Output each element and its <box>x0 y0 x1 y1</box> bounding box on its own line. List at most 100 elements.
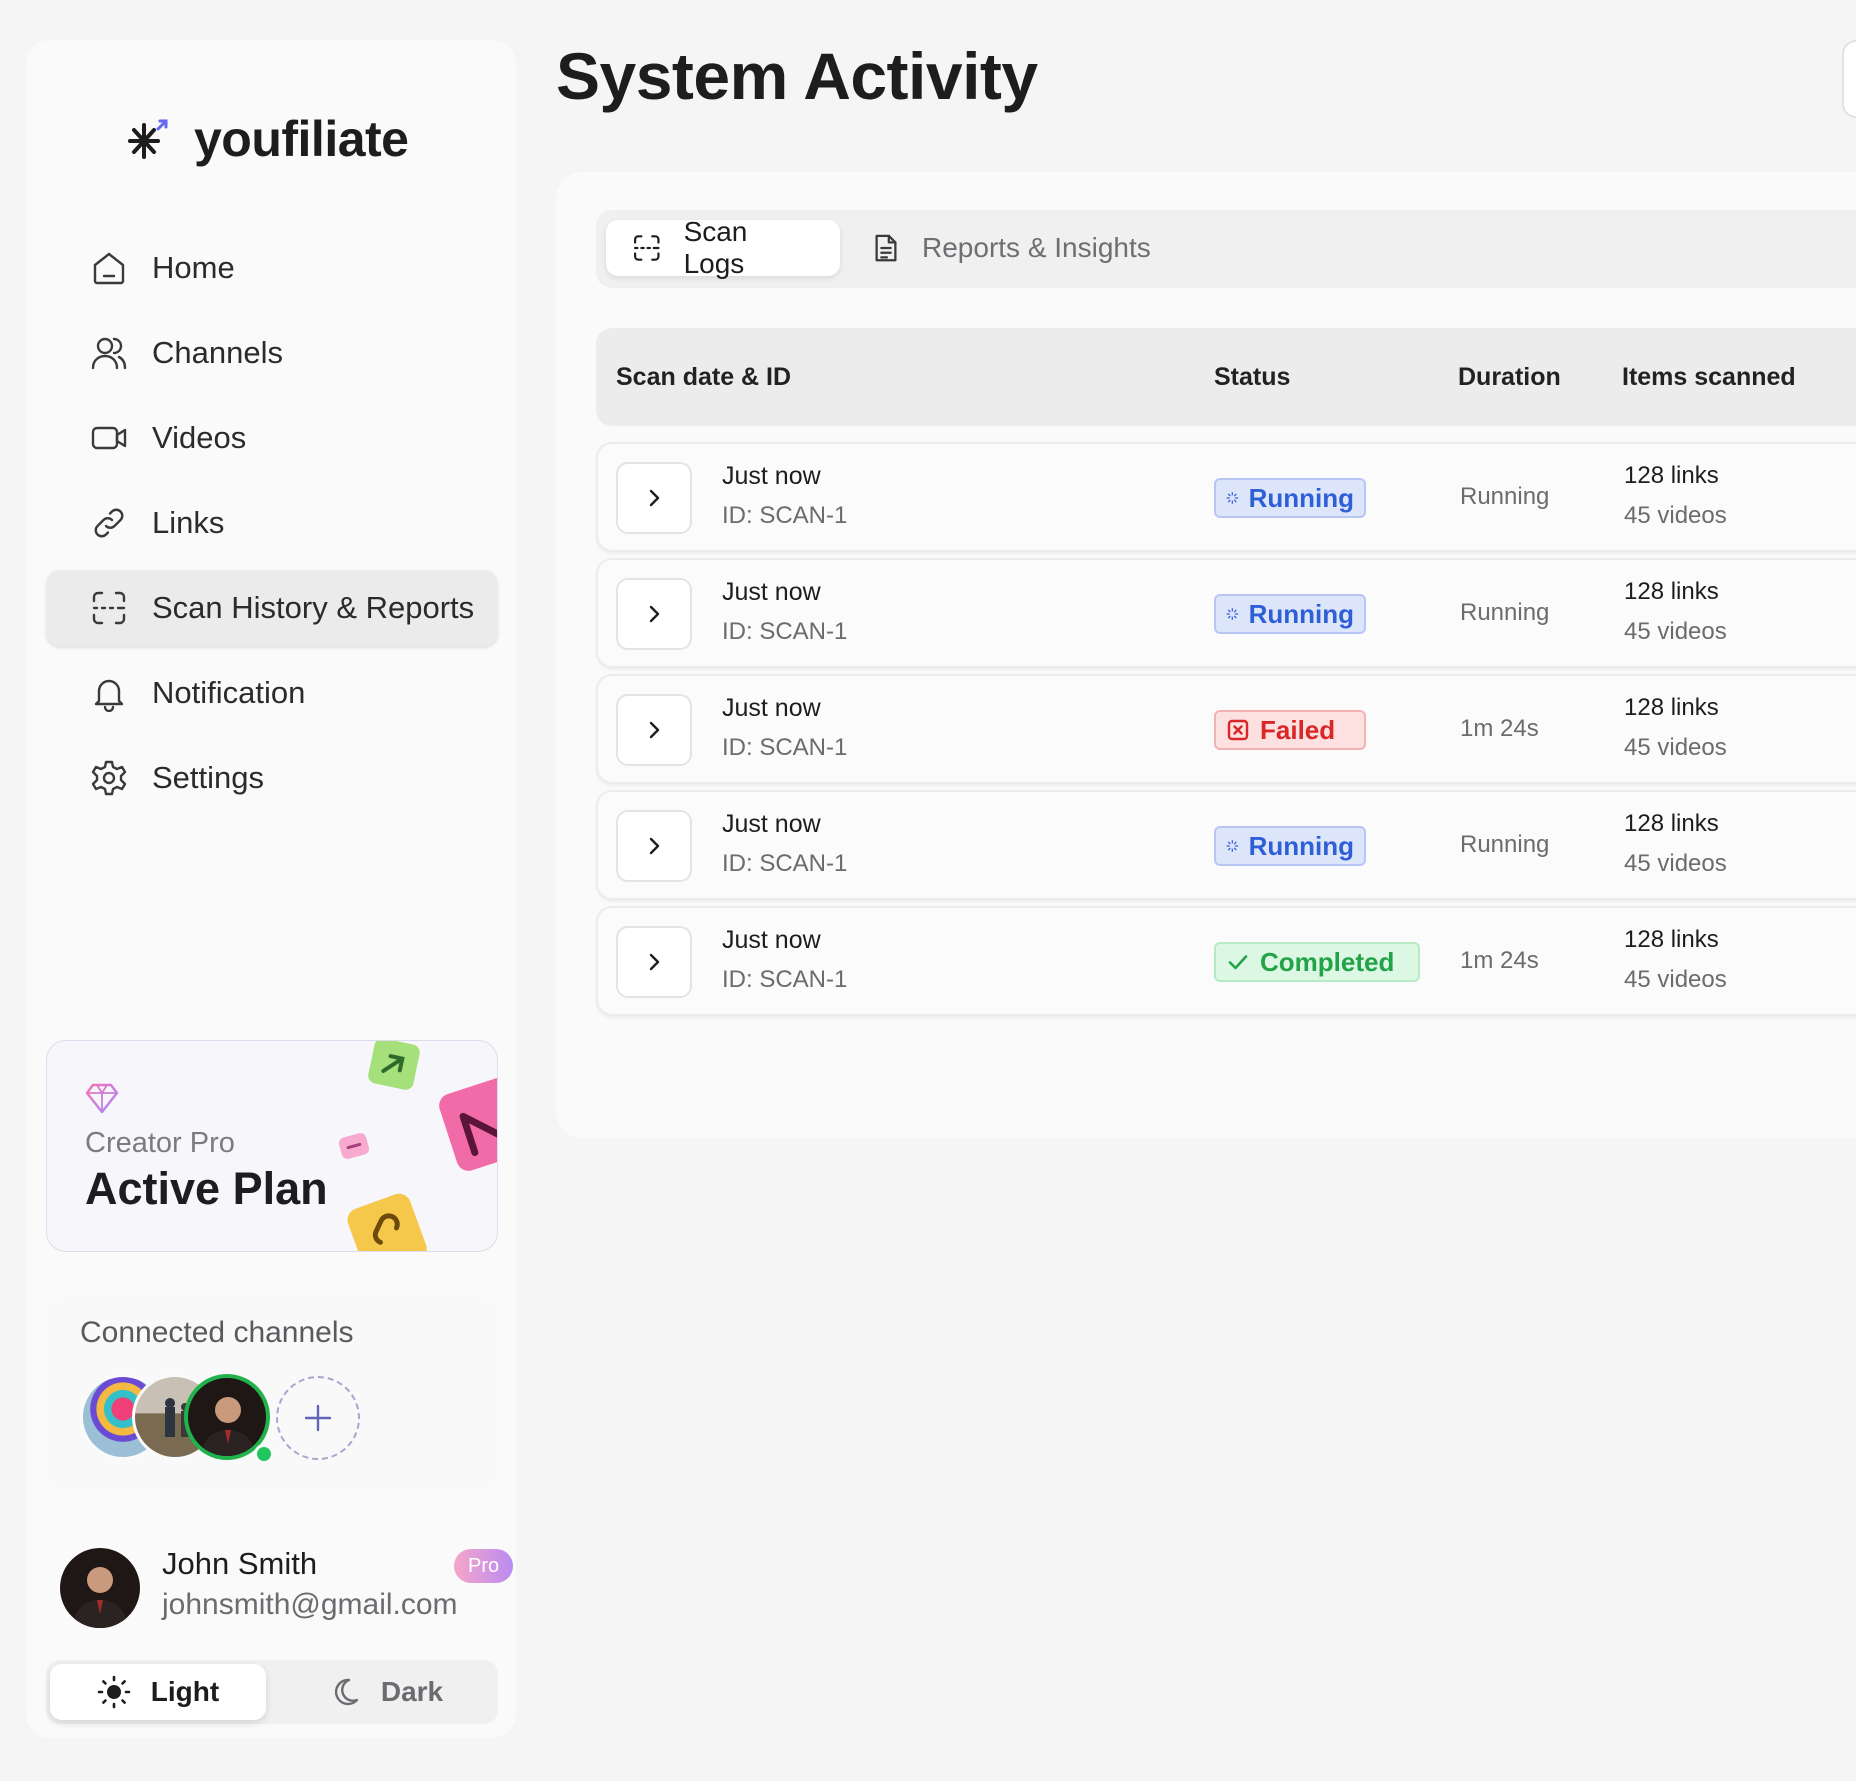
sidebar-item-settings[interactable]: Settings <box>46 740 498 816</box>
table-row[interactable]: Just now ID: SCAN-1 Running Running 128 link… <box>596 558 1856 668</box>
user-email: johnsmith@gmail.com <box>162 1588 458 1621</box>
links-count: 128 links <box>1624 810 1719 837</box>
videos-count: 45 videos <box>1624 850 1727 877</box>
sidebar-item-label: Channels <box>152 335 283 370</box>
expand-row-button[interactable] <box>616 462 692 534</box>
status-label: Running <box>1248 482 1354 513</box>
top-right-button[interactable] <box>1842 40 1856 118</box>
sidebar-item-home[interactable]: Home <box>46 230 498 306</box>
tab-scan-logs[interactable]: Scan Logs <box>606 216 840 279</box>
sidebar-nav: Home Channels Videos Links Scan History … <box>46 230 498 825</box>
expand-row-button[interactable] <box>616 926 692 998</box>
brand-name: youfiliate <box>194 111 409 167</box>
asterisk-arrow-icon <box>128 119 168 159</box>
links-count: 128 links <box>1624 926 1719 953</box>
table-row[interactable]: Just now ID: SCAN-1 Failed 1m 24s 128 links 4… <box>596 674 1856 784</box>
sidebar-item-channels[interactable]: Channels <box>46 315 498 391</box>
sidebar-item-label: Notification <box>152 675 306 710</box>
moon-icon <box>334 1678 359 1706</box>
pro-badge: Pro <box>454 1549 514 1583</box>
activity-panel: Scan Logs Reports & Insights Scan date &… <box>556 172 1856 1138</box>
sidebar-item-links[interactable]: Links <box>46 485 498 561</box>
links-count: 128 links <box>1624 578 1719 605</box>
table-header: Scan date & ID Status Duration Items sca… <box>596 328 1856 426</box>
scan-duration: Running <box>1460 599 1550 626</box>
plan-card[interactable]: Creator Pro Active Plan <box>46 1040 498 1252</box>
videos-count: 45 videos <box>1624 734 1727 761</box>
scan-icon <box>92 591 126 625</box>
status-label: Running <box>1248 830 1354 861</box>
scan-duration: 1m 24s <box>1460 715 1539 742</box>
chevron-right-icon <box>649 605 660 623</box>
scan-id: ID: SCAN-1 <box>722 966 848 993</box>
column-header-status[interactable]: Status <box>1214 328 1290 426</box>
plan-name: Active Plan <box>85 1163 328 1214</box>
sidebar-item-label: Settings <box>152 760 265 795</box>
tab-label: Scan Logs <box>683 216 748 279</box>
videos-count: 45 videos <box>1624 618 1727 645</box>
videos-count: 45 videos <box>1624 966 1727 993</box>
tab-label: Reports & Insights <box>922 232 1151 263</box>
theme-toggle: Light Dark <box>46 1660 498 1724</box>
user-name: John Smith <box>162 1546 318 1581</box>
sidebar-item-scan-history[interactable]: Scan History & Reports <box>46 570 498 646</box>
users-icon <box>91 337 127 370</box>
column-header-duration[interactable]: Duration <box>1458 328 1561 426</box>
connected-channels-title: Connected channels <box>80 1316 354 1349</box>
app-window: youfiliate Home Channels Videos Links Sc… <box>0 0 1856 1781</box>
status-badge: Completed <box>1214 942 1420 982</box>
tab-bar: Scan Logs Reports & Insights <box>596 210 1856 288</box>
online-status-dot <box>254 1444 274 1464</box>
status-badge: Failed <box>1214 710 1366 750</box>
links-count: 128 links <box>1624 694 1719 721</box>
column-header-scan-date[interactable]: Scan date & ID <box>616 328 791 426</box>
bell-icon <box>94 679 124 712</box>
scan-id: ID: SCAN-1 <box>722 618 848 645</box>
tab-reports-insights[interactable]: Reports & Insights <box>846 220 1177 276</box>
expand-row-button[interactable] <box>616 578 692 650</box>
user-profile[interactable]: John Smith Pro johnsmith@gmail.com <box>60 1546 514 1628</box>
chevron-right-icon <box>649 953 660 971</box>
sidebar-item-label: Videos <box>152 420 247 455</box>
scan-duration: Running <box>1460 831 1550 858</box>
x-square-icon <box>1227 719 1249 741</box>
arrow-tile-icon <box>368 1041 420 1090</box>
status-badge: Running <box>1214 826 1366 866</box>
videos-count: 45 videos <box>1624 502 1727 529</box>
scan-duration: 1m 24s <box>1460 947 1539 974</box>
status-label: Running <box>1248 598 1354 629</box>
avatar <box>60 1548 140 1628</box>
scan-date: Just now <box>722 926 821 954</box>
spinner-icon <box>1226 608 1239 620</box>
sidebar-item-videos[interactable]: Videos <box>46 400 498 476</box>
scan-icon <box>634 235 660 261</box>
sidebar-item-notification[interactable]: Notification <box>46 655 498 731</box>
status-badge: Running <box>1214 478 1366 518</box>
column-header-items-scanned[interactable]: Items scanned <box>1622 328 1796 426</box>
sun-icon <box>97 1675 131 1709</box>
theme-dark-button[interactable]: Dark <box>278 1664 494 1720</box>
theme-light-button[interactable]: Light <box>50 1664 266 1720</box>
plus-icon <box>304 1404 332 1432</box>
link-icon <box>94 508 124 538</box>
scan-date: Just now <box>722 462 821 490</box>
add-channel-button[interactable] <box>276 1376 360 1460</box>
link-chip-icon <box>338 1133 370 1159</box>
chevron-right-icon <box>649 837 660 855</box>
sidebar: youfiliate Home Channels Videos Links Sc… <box>26 40 516 1738</box>
spinner-icon <box>1226 492 1239 504</box>
table-row[interactable]: Just now ID: SCAN-1 Completed 1m 24s 128 lin… <box>596 906 1856 1016</box>
brand-logo[interactable]: youfiliate <box>126 110 409 168</box>
scan-id: ID: SCAN-1 <box>722 502 848 529</box>
sidebar-item-label: Scan History & Reports <box>152 590 475 625</box>
sidebar-item-label: Home <box>152 250 235 285</box>
gem-icon <box>85 1083 119 1114</box>
table-row[interactable]: Just now ID: SCAN-1 Running Running 128 link… <box>596 442 1856 552</box>
expand-row-button[interactable] <box>616 810 692 882</box>
chevron-right-icon <box>649 489 660 507</box>
video-icon <box>91 426 127 450</box>
expand-row-button[interactable] <box>616 694 692 766</box>
table-row[interactable]: Just now ID: SCAN-1 Running Running 128 link… <box>596 790 1856 900</box>
plan-tier: Creator Pro <box>85 1127 235 1159</box>
scan-date: Just now <box>722 694 821 722</box>
